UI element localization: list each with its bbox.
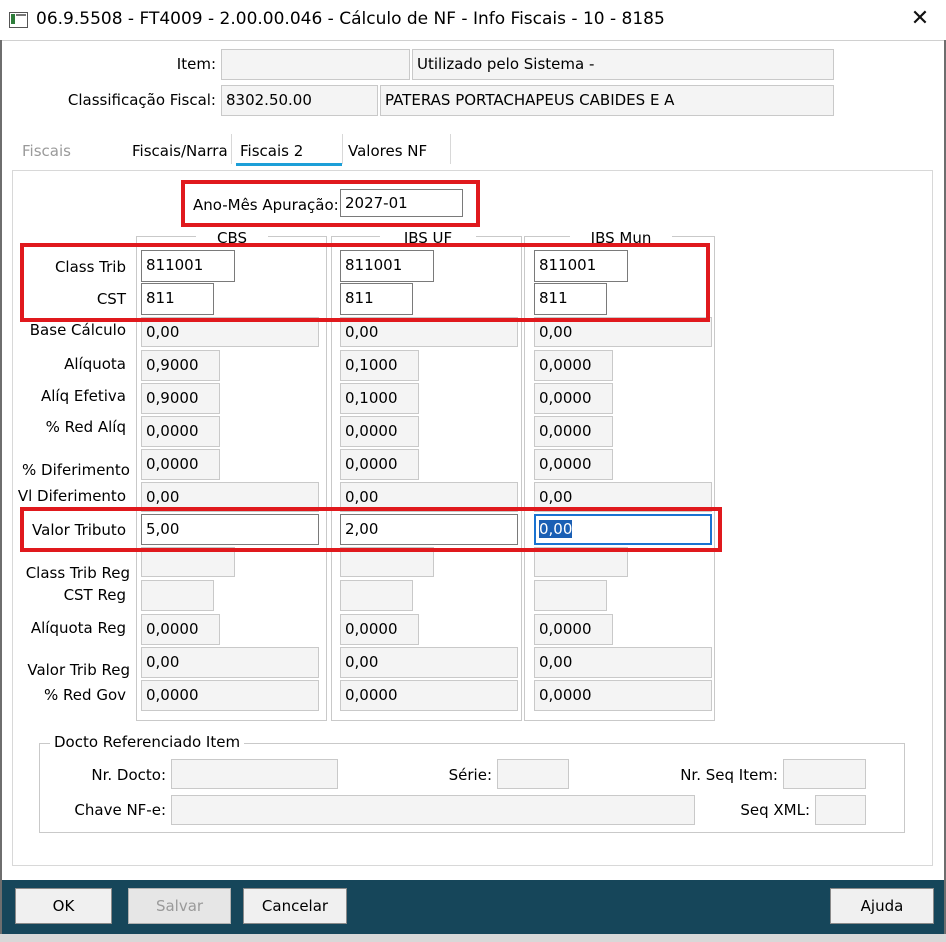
ibs-mun-diferimento-field[interactable]: 0,0000 [534,449,613,480]
tab-valores-nf[interactable]: Valores NF [348,142,427,160]
item-label: Item: [176,55,216,73]
seq-xml-label: Seq XML: [740,801,810,819]
tab-divider [342,134,343,164]
row-label-class-trib-reg: Class Trib Reg [25,564,130,582]
serie-label: Série: [448,766,492,784]
ibs-mun-cst-reg-field[interactable] [534,580,607,611]
ajuda-button[interactable]: Ajuda [830,888,934,924]
window-frame-left [0,40,2,942]
nr-docto-field[interactable] [171,759,338,789]
cbs-aliq-efetiva-field[interactable]: 0,9000 [141,383,220,414]
item-description-field[interactable]: Utilizado pelo Sistema - [412,49,834,80]
row-label-valor-trib-reg: Valor Trib Reg [27,661,130,679]
ibs-mun-red-gov-field[interactable]: 0,0000 [534,680,712,711]
row-label-vl-diferimento: Vl Diferimento [17,487,126,505]
cbs-aliquota-reg-field[interactable]: 0,0000 [141,614,220,645]
ibs-mun-aliq-efetiva-field[interactable]: 0,0000 [534,383,613,414]
ibs-mun-aliquota-field[interactable]: 0,0000 [534,350,613,381]
row-label-aliquota-reg: Alíquota Reg [30,619,126,637]
tab-fiscais[interactable]: Fiscais [22,142,71,160]
docto-referenciado-legend: Docto Referenciado Item [50,733,245,751]
chave-nfe-label: Chave NF-e: [74,801,166,819]
ibs-uf-cst-reg-field[interactable] [340,580,413,611]
item-code-field[interactable] [221,49,410,80]
serie-field[interactable] [497,759,569,789]
nr-seq-item-field[interactable] [783,759,866,789]
cancelar-button[interactable]: Cancelar [243,888,347,924]
ok-button[interactable]: OK [15,888,112,924]
ibs-mun-aliquota-reg-field[interactable]: 0,0000 [534,614,613,645]
row-label-red-aliq: % Red Alíq [45,418,126,436]
ibs-uf-red-gov-field[interactable]: 0,0000 [340,680,518,711]
tab-fiscais-narra[interactable]: Fiscais/Narra [132,142,228,160]
ibs-uf-aliquota-field[interactable]: 0,1000 [340,350,419,381]
window-title: 06.9.5508 - FT4009 - 2.00.00.046 - Cálcu… [36,9,665,29]
row-label-red-gov: % Red Gov [44,686,126,704]
ibs-mun-red-aliq-field[interactable]: 0,0000 [534,416,613,447]
active-tab-indicator [236,163,342,166]
app-window-icon [9,12,28,28]
ibs-uf-aliquota-reg-field[interactable]: 0,0000 [340,614,419,645]
close-icon[interactable]: ✕ [905,4,935,34]
class-fiscal-code-field[interactable]: 8302.50.00 [221,85,378,116]
ibs-uf-diferimento-field[interactable]: 0,0000 [340,449,419,480]
row-label-cst-reg: CST Reg [63,586,126,604]
ibs-mun-valor-trib-reg-field[interactable]: 0,00 [534,647,712,678]
chave-nfe-field[interactable] [171,795,695,825]
cbs-aliquota-field[interactable]: 0,9000 [141,350,220,381]
tab-divider [450,134,451,164]
cbs-valor-trib-reg-field[interactable]: 0,00 [141,647,319,678]
tab-fiscais-2[interactable]: Fiscais 2 [240,142,303,160]
tab-divider [231,134,232,164]
cbs-cst-reg-field[interactable] [141,580,214,611]
ibs-uf-red-aliq-field[interactable]: 0,0000 [340,416,419,447]
cbs-diferimento-field[interactable]: 0,0000 [141,449,220,480]
nr-docto-label: Nr. Docto: [91,766,166,784]
row-label-base-calculo: Base Cálculo [29,321,126,339]
row-label-aliq-efetiva: Alíq Efetiva [41,387,126,405]
class-fiscal-label: Classificação Fiscal: [67,91,216,109]
row-label-diferimento: % Diferimento [22,461,130,479]
seq-xml-field[interactable] [815,795,866,825]
ibs-uf-valor-trib-reg-field[interactable]: 0,00 [340,647,518,678]
highlight-box-class-trib-cst [20,243,710,322]
highlight-box-apuracao [181,180,480,227]
ibs-uf-aliq-efetiva-field[interactable]: 0,1000 [340,383,419,414]
salvar-button[interactable]: Salvar [128,888,231,924]
highlight-box-valor-tributo [20,507,722,552]
cbs-red-aliq-field[interactable]: 0,0000 [141,416,220,447]
window-bottom-edge [0,934,946,942]
class-fiscal-description-field[interactable]: PATERAS PORTACHAPEUS CABIDES E A [380,85,834,116]
nr-seq-item-label: Nr. Seq Item: [680,766,778,784]
row-label-aliquota: Alíquota [64,355,126,373]
cbs-red-gov-field[interactable]: 0,0000 [141,680,319,711]
